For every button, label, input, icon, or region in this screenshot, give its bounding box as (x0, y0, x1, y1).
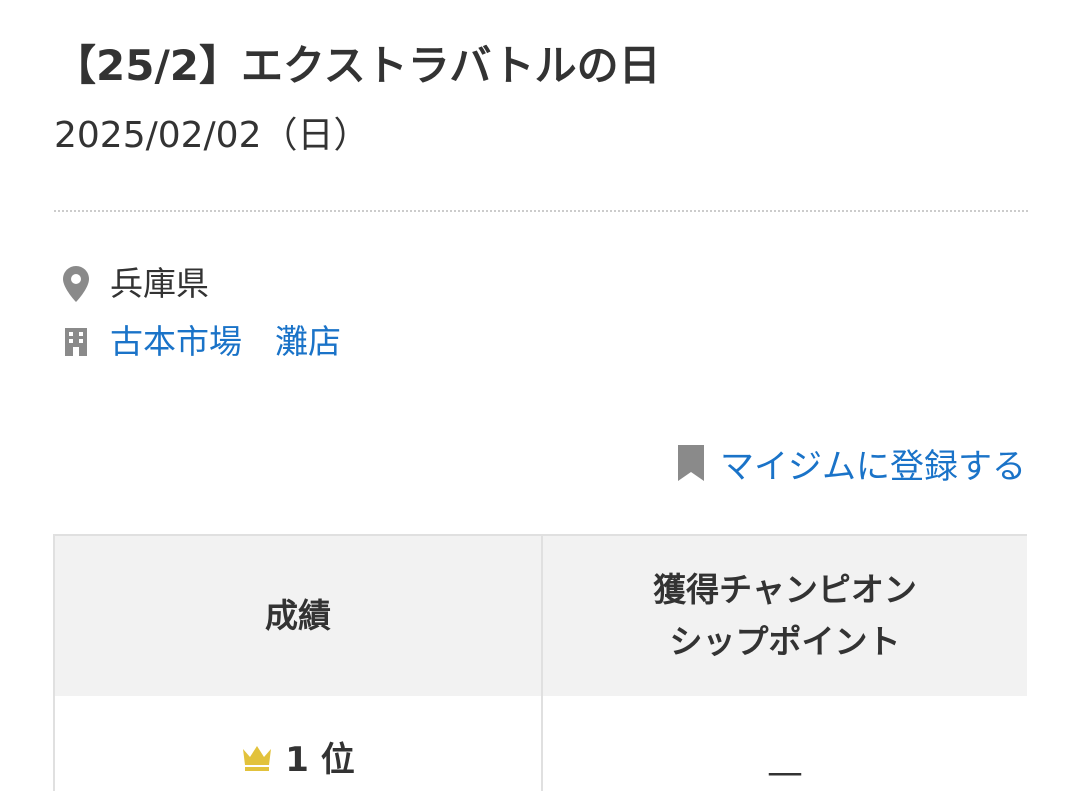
event-detail-page: 【25/2】エクストラバトルの日 2025/02/02（日） 兵庫県 古本市場 … (0, 0, 1080, 791)
prefecture-label: 兵庫県 (110, 264, 209, 303)
dotted-divider (54, 210, 1028, 212)
results-table: 成績 獲得チャンピオン シップポイント 1 位 — (53, 534, 1027, 791)
table-cell-points: — (543, 696, 1027, 791)
register-mygym-label: マイジムに登録する (720, 446, 1026, 487)
table-cell-rank: 1 位 (55, 696, 541, 791)
prefecture-row: 兵庫県 (60, 262, 209, 306)
register-mygym-link[interactable]: マイジムに登録する (676, 440, 1026, 487)
points-value: — (767, 752, 803, 791)
column-divider (541, 536, 543, 791)
table-header-points: 獲得チャンピオン シップポイント (543, 536, 1027, 696)
shop-row: 古本市場 灘店 (60, 320, 341, 364)
shop-link[interactable]: 古本市場 灘店 (110, 320, 341, 364)
event-date: 2025/02/02（日） (54, 115, 370, 156)
bookmark-icon (676, 443, 706, 483)
location-pin-icon (60, 264, 92, 304)
crown-icon (243, 745, 272, 771)
rank-label: 1 位 (285, 740, 355, 780)
points-header-line1: 獲得チャンピオン (653, 570, 917, 609)
building-icon (60, 322, 92, 362)
event-title: 【25/2】エクストラバトルの日 (54, 41, 661, 90)
result-header-label: 成績 (265, 596, 331, 635)
points-header-line2: シップポイント (669, 622, 901, 661)
rank-badge: 1 位 (55, 732, 541, 781)
table-header-result: 成績 (55, 536, 541, 696)
